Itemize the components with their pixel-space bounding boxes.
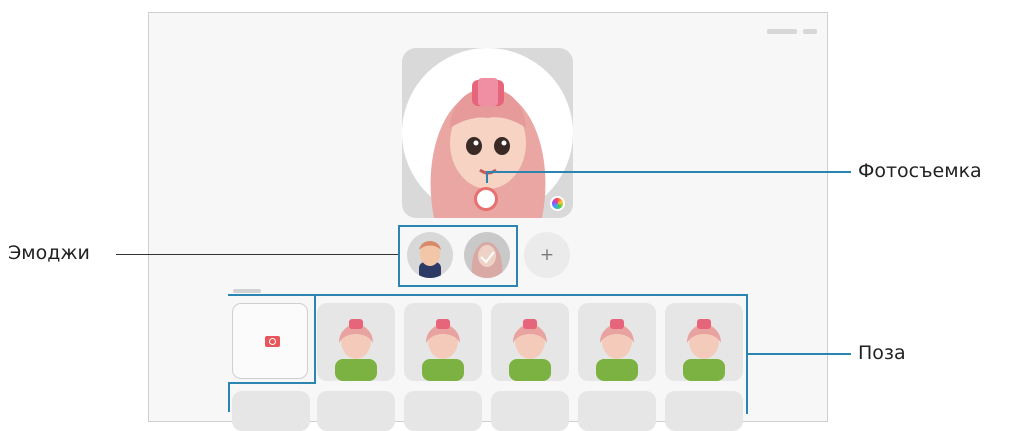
pose-callout-left-edge xyxy=(314,294,316,384)
add-emoji-button[interactable]: + xyxy=(524,232,570,278)
capture-callout-tick xyxy=(486,171,488,183)
pose-callout-bottom-edge xyxy=(228,382,316,384)
top-menu[interactable] xyxy=(767,29,817,34)
pose-callout-drop xyxy=(228,382,230,412)
emoji-callout-label: Эмоджи xyxy=(8,242,90,264)
pose-callout-box xyxy=(228,294,748,414)
emoji-callout-line xyxy=(116,254,398,255)
shutter-button[interactable] xyxy=(474,187,498,211)
pose-callout-line xyxy=(748,353,851,355)
pose-section-label xyxy=(233,289,261,293)
capture-callout-line xyxy=(486,171,851,173)
emoji-callout-box xyxy=(398,225,518,287)
menu-item-placeholder-2[interactable] xyxy=(803,29,817,34)
capture-callout-label: Фотосъемка xyxy=(858,160,982,182)
menu-item-placeholder[interactable] xyxy=(767,29,797,34)
pose-callout-label: Поза xyxy=(858,342,906,364)
color-palette-icon[interactable] xyxy=(550,196,565,211)
